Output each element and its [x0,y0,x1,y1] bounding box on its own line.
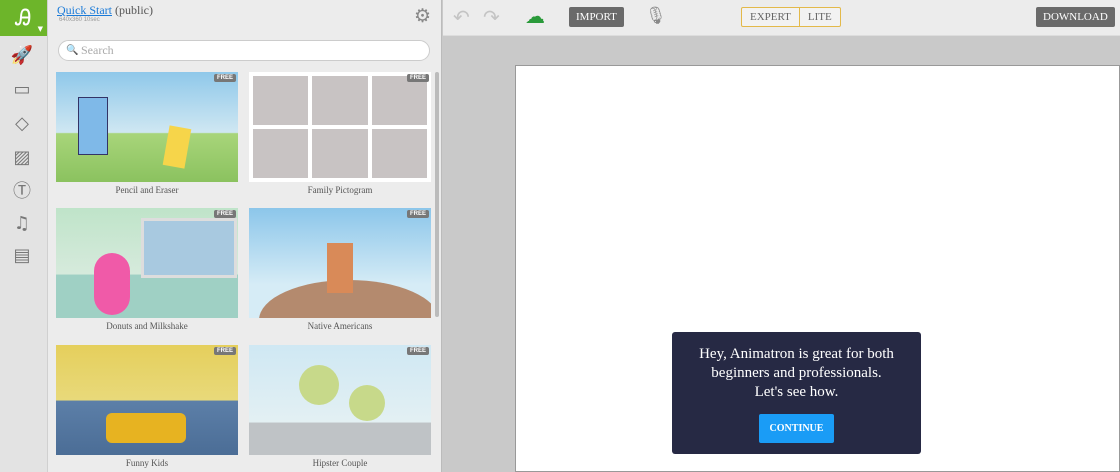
lite-mode-button[interactable]: LITE [800,8,840,26]
visibility: (public) [115,3,153,17]
app-logo-menu[interactable]: Ꭿ ▼ [0,0,47,36]
free-badge: FREE [406,347,429,355]
onboarding-dialog: Hey, Animatron is great for both beginne… [672,332,921,454]
template-label: Donuts and Milkshake [106,321,188,331]
project-link[interactable]: Quick Start [57,3,112,17]
dialog-text: Let's see how. [754,384,839,400]
mode-toggle: EXPERT LITE [741,7,841,27]
image-icon[interactable]: ▨ [10,146,34,170]
archive-icon[interactable]: ▤ [10,244,34,268]
free-badge: FREE [213,74,236,82]
template-card[interactable]: FREE Donuts and Milkshake [56,208,238,331]
template-card[interactable]: FREE Native Americans [249,208,431,331]
download-button[interactable]: DOWNLOAD [1036,7,1115,27]
search-input[interactable]: 🔍 Search [58,40,430,61]
search-placeholder: Search [81,43,114,57]
template-card[interactable]: FREE Pencil and Eraser [56,72,238,195]
undo-icon[interactable]: ↶ [453,5,470,30]
template-label: Funny Kids [125,458,169,468]
search-icon: 🔍 [66,45,79,56]
template-label: Native Americans [307,321,373,331]
cloud-upload-icon[interactable]: ☁ [525,4,545,29]
template-card[interactable]: FREE Funny Kids [56,345,238,468]
template-label: Hipster Couple [312,458,368,468]
import-button[interactable]: IMPORT [569,7,624,27]
gear-icon[interactable]: ⚙ [414,5,431,28]
free-badge: FREE [213,210,236,218]
continue-button[interactable]: CONTINUE [758,414,835,443]
video-icon[interactable]: ▭ [10,78,34,102]
template-card[interactable]: FREE Hipster Couple [249,345,431,468]
redo-icon[interactable]: ↷ [483,5,500,30]
tool-sidebar: Ꭿ ▼ 🚀 ▭ ◇ ▨ Ⓣ ♫ ▤ [0,0,48,472]
text-icon[interactable]: Ⓣ [10,180,34,204]
template-label: Pencil and Eraser [115,185,179,195]
template-label: Family Pictogram [307,185,373,195]
template-panel: Quick Start (public) 640x360 10sec ⚙ 🔍 Se… [48,0,442,472]
logo-icon: Ꭿ [15,5,32,31]
free-badge: FREE [406,74,429,82]
shapes-icon[interactable]: ◇ [10,112,34,136]
dialog-text: beginners and professionals. [711,365,882,381]
template-thumbnail: FREE [249,345,431,455]
project-meta: 640x360 10sec [59,17,100,23]
microphone-icon[interactable]: 🎙 [645,6,667,26]
template-thumbnail: FREE [56,345,238,455]
dialog-text: Hey, Animatron is great for both [699,346,894,362]
template-thumbnail: FREE [56,72,238,182]
template-card[interactable]: FREE Family Pictogram [249,72,431,195]
music-icon[interactable]: ♫ [10,212,34,236]
template-thumbnail: FREE [56,208,238,318]
expert-mode-button[interactable]: EXPERT [742,8,800,26]
template-thumbnail: FREE [249,72,431,182]
top-toolbar: ↶ ↷ ☁ IMPORT 🎙 EXPERT LITE DOWNLOAD [443,0,1120,36]
rocket-icon[interactable]: 🚀 [10,44,34,68]
chevron-down-icon: ▼ [37,25,43,33]
project-title: Quick Start (public) [57,3,153,18]
scrollbar[interactable] [435,72,439,317]
template-thumbnail: FREE [249,208,431,318]
free-badge: FREE [406,210,429,218]
free-badge: FREE [213,347,236,355]
